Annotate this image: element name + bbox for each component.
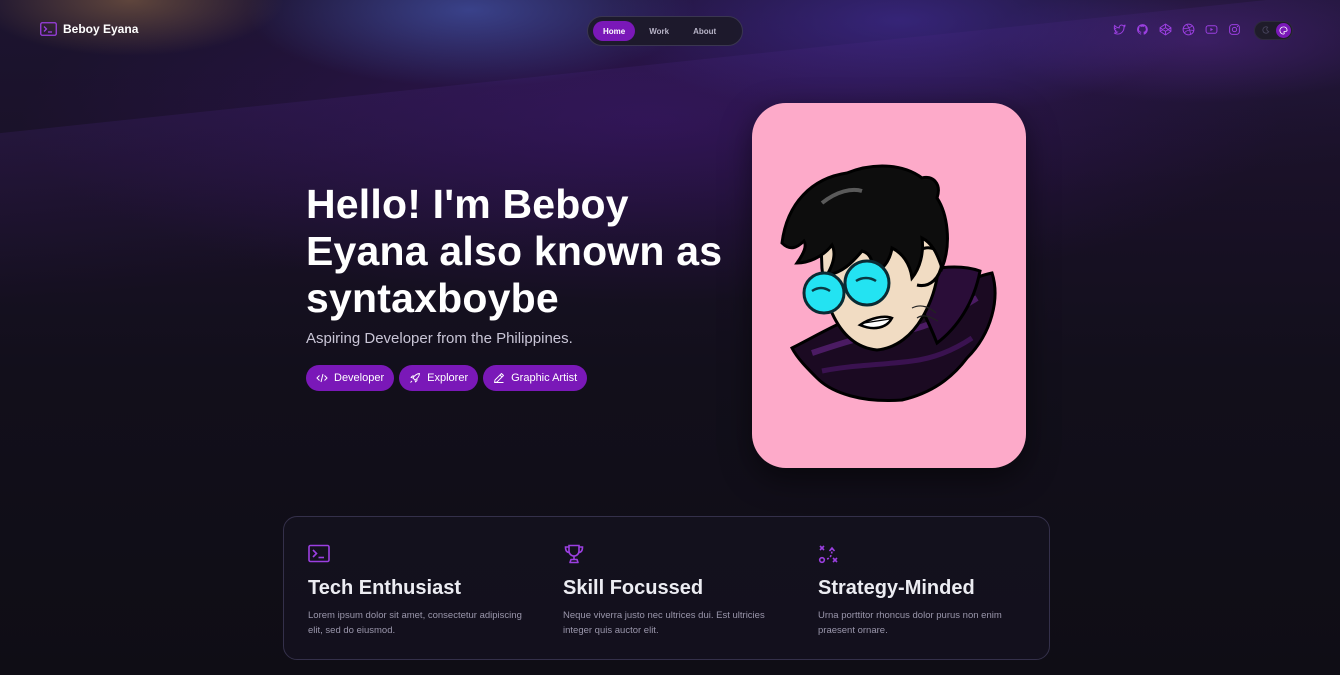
brand-name: Beboy Eyana	[63, 22, 139, 36]
features-card: Tech Enthusiast Lorem ipsum dolor sit am…	[283, 516, 1050, 660]
feature-title: Strategy-Minded	[818, 577, 975, 599]
instagram-icon[interactable]	[1227, 22, 1242, 37]
toggle-knob	[1276, 23, 1291, 38]
avatar-portrait	[752, 103, 1026, 468]
terminal-icon	[308, 544, 330, 563]
avatar-illustration	[780, 164, 997, 403]
nav-work[interactable]: Work	[639, 21, 679, 41]
rocket-icon	[410, 373, 421, 383]
nav-about[interactable]: About	[683, 21, 726, 41]
code-icon	[316, 373, 328, 383]
brand-link[interactable]: Beboy Eyana	[40, 22, 138, 36]
tag-explorer[interactable]: Explorer	[399, 365, 479, 391]
github-icon[interactable]	[1135, 22, 1150, 37]
nav-home[interactable]: Home	[593, 21, 636, 41]
feature-tech-enthusiast: Tech Enthusiast Lorem ipsum dolor sit am…	[308, 544, 528, 638]
pencil-icon	[494, 373, 505, 383]
tag-label: Graphic Artist	[511, 372, 578, 384]
youtube-icon[interactable]	[1204, 22, 1219, 37]
dribbble-icon[interactable]	[1181, 22, 1196, 37]
feature-strategy-minded: Strategy-Minded Urna porttitor rhoncus d…	[818, 544, 1038, 638]
moon-icon	[1262, 26, 1270, 34]
terminal-icon	[40, 22, 57, 36]
tag-graphic-artist[interactable]: Graphic Artist	[483, 365, 588, 391]
hero-subtitle: Aspiring Developer from the Philippines.	[306, 330, 573, 347]
theme-toggle[interactable]	[1254, 21, 1293, 40]
feature-title: Skill Focussed	[563, 577, 704, 599]
strategy-icon	[818, 545, 838, 564]
feature-description: Lorem ipsum dolor sit amet, consectetur …	[308, 610, 522, 636]
hero-title: Hello! I'm Beboy Eyana also known as syn…	[306, 181, 723, 321]
feature-skill-focussed: Skill Focussed Neque viverra justo nec u…	[563, 544, 783, 638]
social-links	[1112, 22, 1242, 37]
feature-description: Neque viverra justo nec ultrices dui. Es…	[563, 610, 765, 636]
main-nav: Home Work About	[587, 16, 743, 46]
trophy-icon	[564, 544, 584, 564]
twitter-icon[interactable]	[1112, 22, 1127, 37]
tag-label: Developer	[334, 372, 385, 384]
codepen-icon[interactable]	[1158, 22, 1173, 37]
palette-icon	[1279, 26, 1288, 35]
tag-developer[interactable]: Developer	[306, 365, 395, 391]
feature-description: Urna porttitor rhoncus dolor purus non e…	[818, 610, 1002, 636]
tag-label: Explorer	[427, 372, 469, 384]
role-tags: Developer Explorer Graphic Artist	[306, 365, 588, 391]
feature-title: Tech Enthusiast	[308, 577, 461, 599]
